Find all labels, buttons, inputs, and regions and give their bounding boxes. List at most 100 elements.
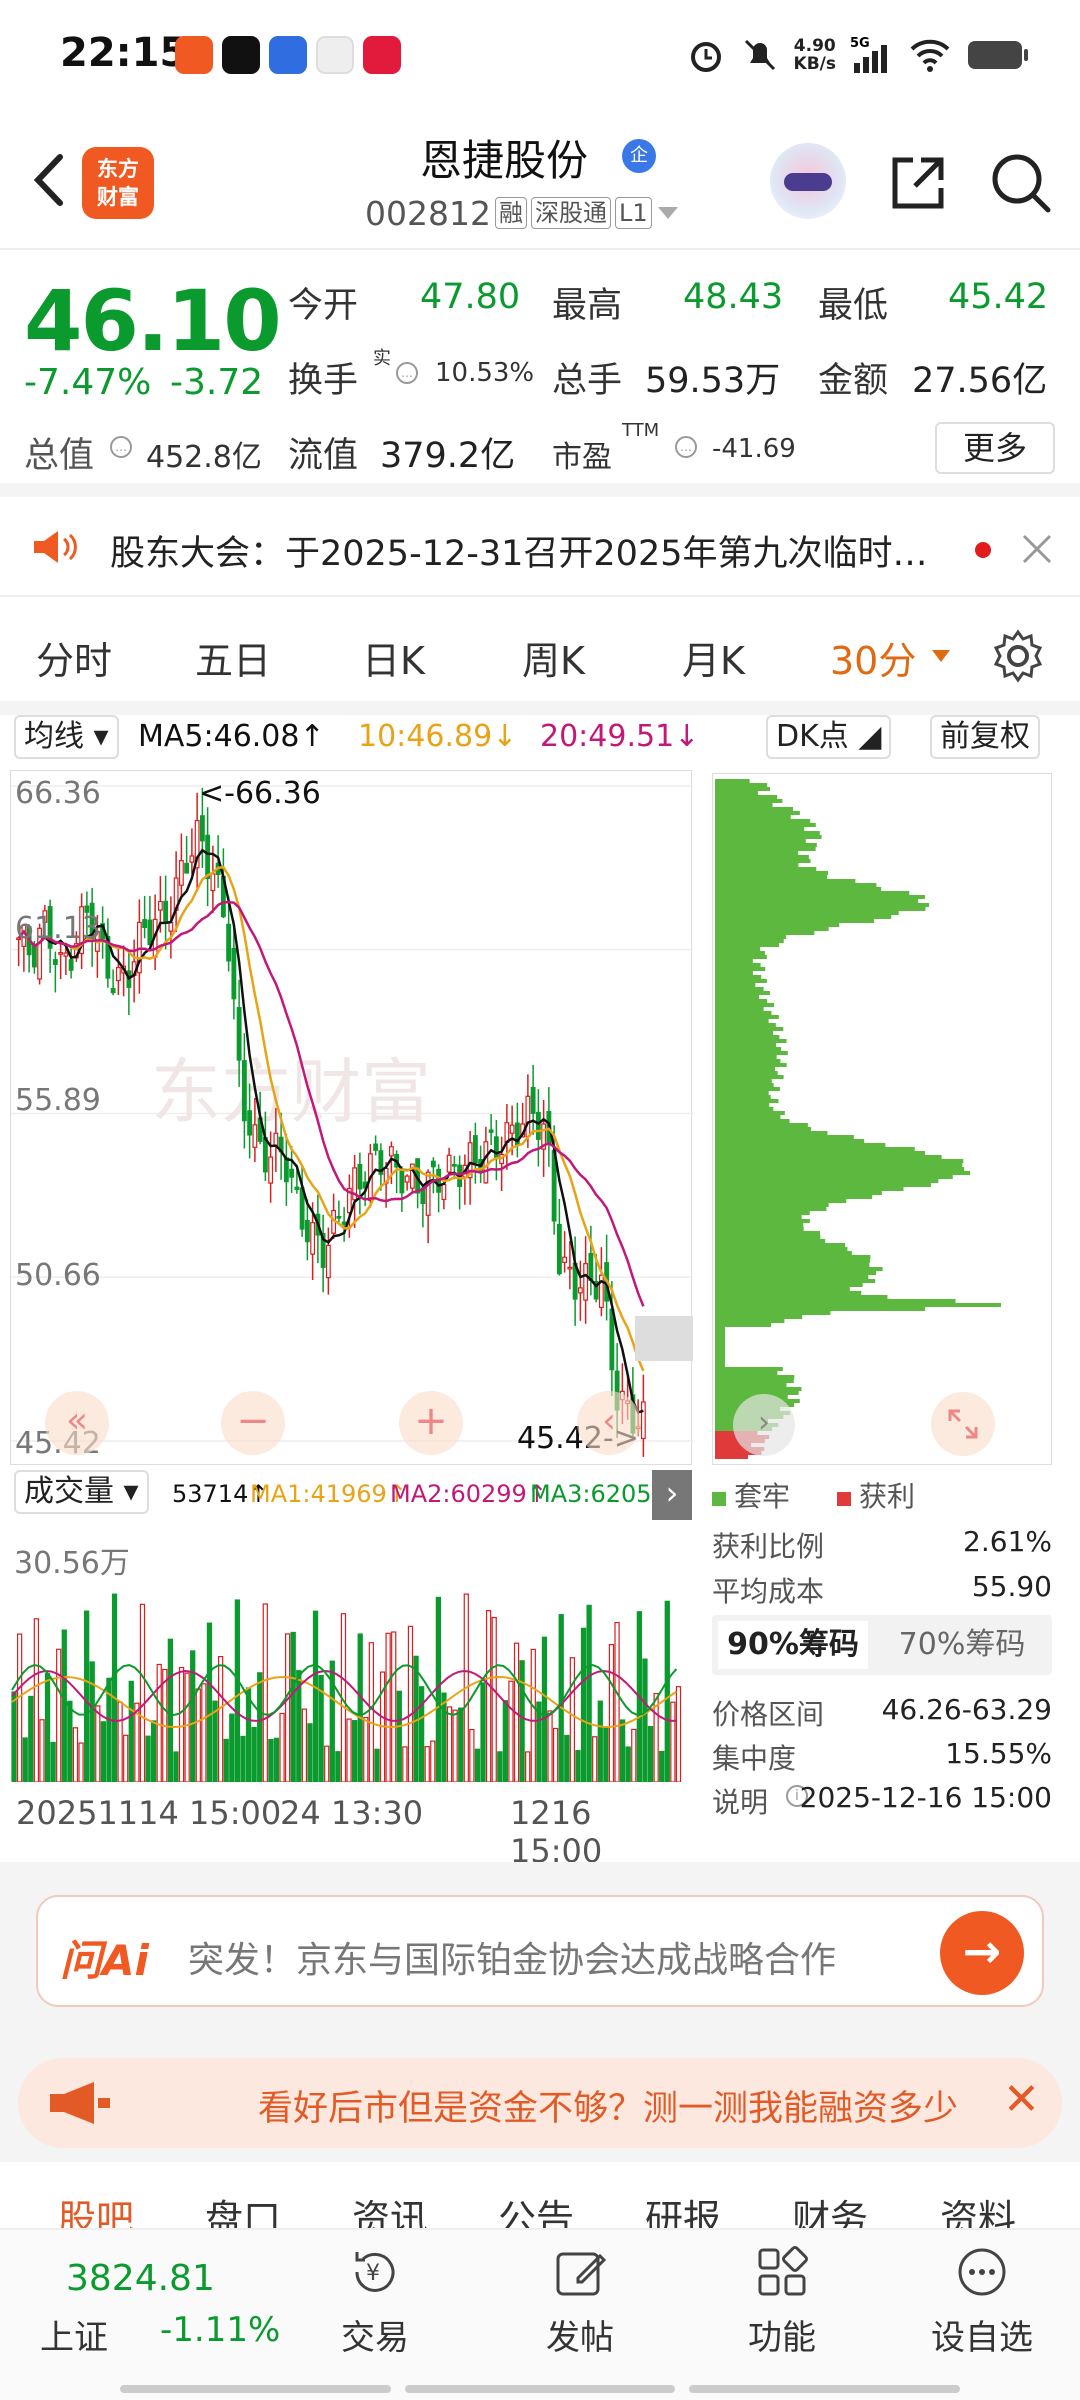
stock-name: 恩捷股份 xyxy=(420,136,589,185)
y-label: 66.36 xyxy=(15,776,101,811)
chip-expand-button[interactable]: › xyxy=(733,1394,795,1456)
nav-functions[interactable]: 功能 xyxy=(717,2230,847,2359)
nav-trade[interactable]: ¥ 交易 xyxy=(310,2230,440,2359)
volume-bar xyxy=(173,1751,179,1783)
candle-body xyxy=(283,1157,289,1183)
candle-body xyxy=(388,1146,394,1157)
volume-bar xyxy=(625,1746,631,1783)
volume-bar xyxy=(279,1712,285,1783)
tab-intraday[interactable]: 分时 xyxy=(36,630,112,685)
volume-bar xyxy=(268,1738,274,1783)
index-ticker[interactable]: 3824.81 上证 -1.11% xyxy=(0,2230,300,2400)
zoom-out-button[interactable]: − xyxy=(221,1391,285,1455)
candle-body xyxy=(399,1168,405,1194)
volume-select[interactable]: 成交量 ▾ xyxy=(14,1470,149,1514)
adjust-select[interactable]: 前复权 xyxy=(930,715,1040,759)
close-icon[interactable] xyxy=(1020,532,1054,566)
chip-bar xyxy=(715,835,822,839)
chip-bar xyxy=(715,1303,1001,1307)
chip-bar xyxy=(715,1375,795,1379)
chip-bar xyxy=(715,1219,810,1223)
chip-bar xyxy=(715,819,811,823)
chip-bar xyxy=(715,919,875,923)
ai-ask-bar[interactable]: 问Ai 突发！京东与国际铂金协会达成战略合作 → xyxy=(36,1895,1044,2007)
fullscreen-icon[interactable] xyxy=(928,1389,998,1459)
chip-range-toggle: 90%筹码 70%筹码 xyxy=(712,1615,1052,1675)
volume-bar xyxy=(195,1688,201,1783)
status-icons: 4.90 KB/s 5G xyxy=(686,30,1030,80)
kline-chart[interactable]: 东方财富 66.36 61.13 55.89 50.66 45.42 <-66.… xyxy=(10,770,693,1465)
subtab-research[interactable]: 研报 xyxy=(645,2188,721,2228)
chip-bar xyxy=(715,1379,794,1383)
candle-body xyxy=(31,943,37,968)
nav-add-watchlist[interactable]: 设自选 xyxy=(917,2230,1047,2359)
share-icon[interactable] xyxy=(885,150,951,216)
volume-bar xyxy=(491,1616,497,1783)
chip-bar xyxy=(715,1323,772,1327)
chip-bar xyxy=(715,1127,812,1131)
notice-text: 股东大会：于2025-12-31召开2025年第九次临时股东大会 xyxy=(110,534,950,574)
candle-body xyxy=(336,1215,342,1219)
ai-go-arrow-icon[interactable]: → xyxy=(940,1911,1024,1995)
tab-daily[interactable]: 日K xyxy=(362,630,425,685)
candle-body xyxy=(163,900,169,923)
candle-body xyxy=(168,922,174,932)
back-arrow-icon[interactable] xyxy=(22,145,82,215)
chip-distribution-chart[interactable]: › xyxy=(712,773,1052,1465)
dk-point-button[interactable]: DK点 ◢ xyxy=(766,715,892,759)
chip-bar xyxy=(715,1107,774,1111)
search-icon[interactable] xyxy=(988,150,1054,216)
volume-chart[interactable]: 30.56万 xyxy=(10,1520,692,1783)
info-icon[interactable]: … xyxy=(110,436,132,458)
subtab-finance[interactable]: 财务 xyxy=(792,2188,868,2228)
volume-bar xyxy=(111,1593,118,1783)
nav-post[interactable]: 发帖 xyxy=(515,2230,645,2359)
volume-bar xyxy=(586,1604,592,1783)
mktcap-value: 452.8亿 xyxy=(146,440,262,475)
candle-body xyxy=(588,1252,594,1282)
subtab-profile[interactable]: 资料 xyxy=(940,2188,1016,2228)
low-label: 最低 xyxy=(818,286,889,326)
subtab-news[interactable]: 资讯 xyxy=(352,2188,428,2228)
volume-bar xyxy=(229,1713,235,1783)
chip-bar xyxy=(715,1291,862,1295)
chip-90-tab[interactable]: 90%筹码 xyxy=(718,1621,868,1669)
stock-code-row[interactable]: 002812 融 深股通 L1 xyxy=(365,193,680,233)
subtab-announcements[interactable]: 公告 xyxy=(498,2188,574,2228)
candle-body xyxy=(304,1220,310,1243)
scroll-left-button[interactable]: « xyxy=(45,1391,109,1455)
more-button[interactable]: 更多 xyxy=(935,422,1055,474)
tab-weekly[interactable]: 周K xyxy=(522,630,585,685)
chip-bar xyxy=(715,1083,774,1087)
eastmoney-logo[interactable]: 东方 财富 xyxy=(82,147,154,219)
volume-bar xyxy=(28,1695,34,1783)
chip-bar xyxy=(715,1111,785,1115)
chip-bar xyxy=(715,1035,780,1039)
gear-icon[interactable] xyxy=(990,628,1046,684)
chip-70-tab[interactable]: 70%筹码 xyxy=(887,1621,1037,1669)
subtab-pankou[interactable]: 盘口 xyxy=(205,2188,281,2228)
chip-bar xyxy=(715,1075,784,1079)
date-mid: 24 13:30 xyxy=(280,1794,424,1832)
low-value: 45.42 xyxy=(948,277,1049,317)
chip-bar xyxy=(715,803,773,807)
step-left-button[interactable]: ‹ xyxy=(577,1391,641,1455)
chip-bar xyxy=(715,1063,787,1067)
notice-bar[interactable]: 股东大会：于2025-12-31召开2025年第九次临时股东大会 xyxy=(0,497,1080,597)
chip-bar xyxy=(715,1147,915,1151)
margin-ad-banner[interactable]: 看好后市但是资金不够？测一测我能融资多少 ✕ xyxy=(18,2058,1062,2148)
close-icon[interactable]: ✕ xyxy=(1003,2074,1040,2125)
ai-robot-avatar[interactable] xyxy=(770,143,846,219)
expand-arrow-button[interactable]: › xyxy=(652,1470,692,1520)
subtab-guba[interactable]: 股吧 xyxy=(58,2188,134,2228)
tab-5day[interactable]: 五日 xyxy=(195,630,271,685)
ma-select[interactable]: 均线 ▾ xyxy=(14,715,119,759)
info-icon[interactable]: … xyxy=(675,436,697,458)
chip-bar xyxy=(715,1279,876,1283)
info-icon[interactable]: … xyxy=(396,362,418,384)
candle-body xyxy=(404,1175,410,1183)
tab-30min[interactable]: 30分 xyxy=(830,630,916,685)
volume-bar xyxy=(167,1638,174,1783)
tab-monthly[interactable]: 月K xyxy=(682,630,745,685)
zoom-in-button[interactable]: + xyxy=(399,1391,463,1455)
